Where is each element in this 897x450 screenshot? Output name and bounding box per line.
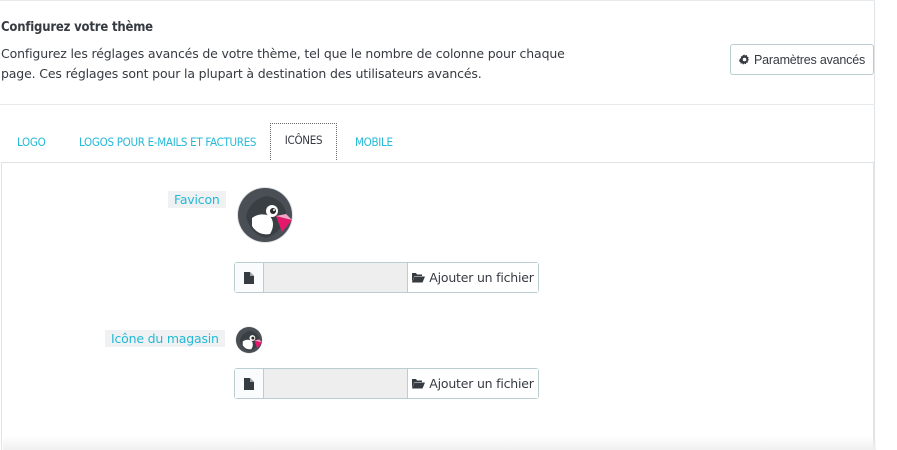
icons-tab-panel: Favicon Ajouter un fichier Icône du maga… bbox=[1, 162, 876, 450]
favicon-add-file-label: Ajouter un fichier bbox=[429, 270, 534, 285]
store-icon-label: Icône du magasin bbox=[105, 330, 225, 347]
store-icon-file-upload: Ajouter un fichier bbox=[234, 368, 539, 399]
tab-mobile[interactable]: MOBILE bbox=[355, 126, 393, 161]
favicon-preview-image bbox=[237, 187, 293, 243]
panel-bottom-shadow bbox=[3, 436, 876, 450]
section-divider bbox=[0, 104, 875, 105]
section-title: Configurez votre thème bbox=[1, 20, 153, 35]
store-icon-file-icon-cell bbox=[235, 369, 264, 398]
store-icon-file-input[interactable] bbox=[264, 369, 407, 398]
gear-icon bbox=[738, 54, 750, 65]
favicon-file-upload: Ajouter un fichier bbox=[234, 262, 539, 293]
file-icon bbox=[244, 377, 254, 390]
store-icon-preview-image bbox=[235, 326, 263, 354]
tab-icons[interactable]: ICÔNES bbox=[270, 123, 337, 160]
favicon-label: Favicon bbox=[168, 191, 226, 208]
advanced-settings-button[interactable]: Paramètres avancés bbox=[730, 44, 874, 75]
file-icon bbox=[244, 271, 254, 284]
store-icon-add-file-button[interactable]: Ajouter un fichier bbox=[407, 369, 538, 398]
store-icon-add-file-label: Ajouter un fichier bbox=[429, 376, 534, 391]
folder-open-icon bbox=[412, 273, 426, 283]
top-divider bbox=[0, 0, 875, 1]
theme-config-panel: Configurez votre thème Configurez les ré… bbox=[0, 0, 876, 450]
favicon-add-file-button[interactable]: Ajouter un fichier bbox=[407, 263, 538, 292]
favicon-file-icon-cell bbox=[235, 263, 264, 292]
tab-email-invoice-logos[interactable]: LOGOS POUR E-MAILS ET FACTURES bbox=[79, 126, 257, 161]
folder-open-icon bbox=[412, 379, 426, 389]
section-description: Configurez les réglages avancés de votre… bbox=[1, 46, 565, 81]
advanced-settings-label: Paramètres avancés bbox=[753, 52, 866, 67]
favicon-file-input[interactable] bbox=[264, 263, 407, 292]
tab-logo[interactable]: LOGO bbox=[17, 126, 46, 161]
